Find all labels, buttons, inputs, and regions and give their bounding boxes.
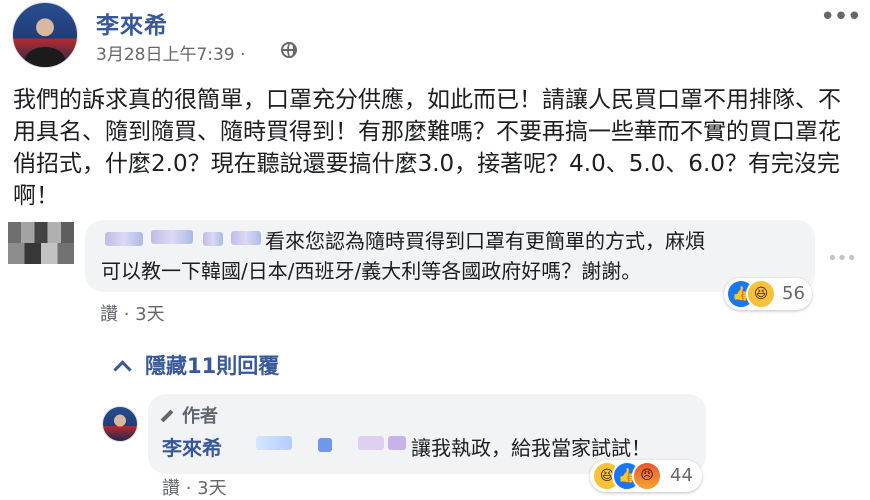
redacted-name-part (151, 230, 193, 244)
comment-reaction-count: 56 (782, 283, 805, 304)
comment-actions[interactable]: 讚 · 3天 (100, 300, 165, 326)
commenter-avatar[interactable] (8, 222, 74, 264)
reply-reactions[interactable]: 😆 👍 😠 44 (590, 460, 702, 492)
reply-author-avatar[interactable] (102, 406, 138, 442)
haha-icon: 😆 (746, 279, 776, 309)
comment-reactions[interactable]: 👍 😆 56 (724, 278, 812, 310)
comment-text-line-2: 可以教一下韓國/日本/西班牙/義大利等各國政府好嗎？謝謝。 (101, 259, 642, 283)
more-options-icon[interactable]: ••• (820, 2, 862, 32)
reply-text: 讓我執政，給我當家試試！ (411, 436, 651, 460)
post-timestamp[interactable]: 3月28日上午7:39 · (96, 40, 245, 65)
redacted-tag-part (358, 436, 384, 450)
pencil-icon (160, 409, 174, 423)
redacted-name-part (203, 232, 223, 246)
post-author-avatar[interactable] (12, 2, 78, 68)
redacted-name-part (105, 232, 143, 246)
angry-icon: 😠 (632, 461, 662, 491)
author-badge: 作者 (160, 402, 218, 428)
post-body-text: 我們的訴求真的很簡單，口罩充分供應，如此而已！請讓人民買口罩不用排隊、不用具名、… (13, 87, 841, 209)
hide-replies-label: 隱藏11則回覆 (145, 354, 280, 378)
chevron-up-icon (113, 360, 132, 379)
hide-replies-link[interactable]: 隱藏11則回覆 (113, 350, 280, 380)
reply-reaction-count: 44 (670, 465, 693, 486)
redacted-tag-part (256, 436, 292, 450)
avatar-shoulders (25, 47, 65, 67)
reply-author-name[interactable]: 李來希 (162, 432, 222, 461)
redacted-name-part (231, 231, 261, 245)
reply-actions[interactable]: 讚 · 3天 (162, 474, 227, 500)
redacted-tag-part (388, 436, 406, 450)
redacted-tag-part (318, 438, 332, 452)
globe-icon (281, 42, 297, 58)
comment-text-line-1: 看來您認為隨時買得到口罩有更簡單的方式，麻煩 (265, 229, 705, 253)
comment-options-icon[interactable]: ••• (827, 248, 857, 269)
author-badge-label: 作者 (182, 406, 218, 427)
post-author-name[interactable]: 李來希 (96, 6, 168, 40)
